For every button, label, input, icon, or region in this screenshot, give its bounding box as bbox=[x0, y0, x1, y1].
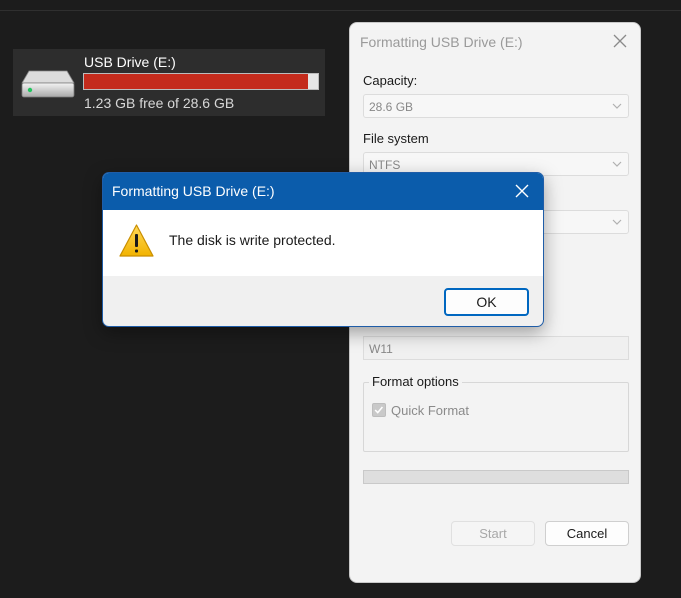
format-progress-bar bbox=[363, 470, 629, 484]
top-divider bbox=[0, 10, 681, 11]
error-dialog-titlebar: Formatting USB Drive (E:) bbox=[103, 173, 543, 210]
cancel-button[interactable]: Cancel bbox=[545, 521, 629, 546]
warning-icon bbox=[119, 224, 154, 257]
quick-format-label: Quick Format bbox=[391, 403, 470, 418]
drive-free-space: 1.23 GB free of 28.6 GB bbox=[84, 95, 235, 111]
format-dialog-title: Formatting USB Drive (E:) bbox=[360, 34, 523, 50]
capacity-value: 28.6 GB bbox=[369, 100, 414, 114]
usb-drive-tile[interactable]: USB Drive (E:) 1.23 GB free of 28.6 GB bbox=[13, 49, 325, 116]
start-button[interactable]: Start bbox=[451, 521, 535, 546]
usb-drive-icon bbox=[21, 70, 75, 98]
close-icon[interactable] bbox=[515, 184, 529, 198]
filesystem-value: NTFS bbox=[369, 158, 401, 172]
close-icon[interactable] bbox=[612, 33, 628, 49]
chevron-down-icon bbox=[612, 161, 622, 167]
ok-button[interactable]: OK bbox=[444, 288, 529, 316]
filesystem-label: File system bbox=[363, 131, 429, 146]
error-dialog-title: Formatting USB Drive (E:) bbox=[112, 183, 275, 199]
chevron-down-icon bbox=[612, 103, 622, 109]
chevron-down-icon bbox=[612, 219, 622, 225]
quick-format-checkbox[interactable] bbox=[372, 403, 386, 417]
drive-name: USB Drive (E:) bbox=[84, 54, 176, 70]
format-options-group: Format options Quick Format bbox=[363, 374, 629, 452]
drive-usage-bar bbox=[83, 73, 319, 90]
format-options-label: Format options bbox=[369, 374, 462, 389]
error-message: The disk is write protected. bbox=[169, 232, 336, 248]
error-dialog-body: The disk is write protected. bbox=[103, 210, 543, 276]
drive-usage-fill bbox=[84, 74, 308, 89]
write-protected-error-dialog: Formatting USB Drive (E:) The disk is wr… bbox=[102, 172, 544, 327]
checkmark-icon bbox=[374, 406, 384, 414]
volume-label-input[interactable]: W11 bbox=[363, 336, 629, 360]
capacity-label: Capacity: bbox=[363, 73, 418, 88]
capacity-select[interactable]: 28.6 GB bbox=[363, 94, 629, 118]
